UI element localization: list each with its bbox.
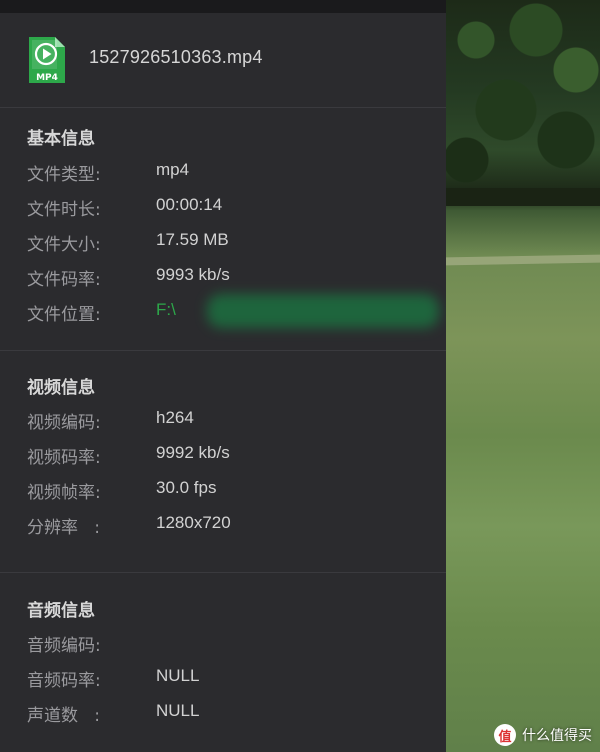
info-label: 文件时长: <box>27 200 101 220</box>
info-row-video-bitrate: 视频码率: 9992 kb/s <box>27 443 437 468</box>
info-value: mp4 <box>156 160 190 179</box>
redacted-path-blur <box>207 294 439 328</box>
info-label: 文件码率: <box>27 270 101 290</box>
info-value: 17.59 MB <box>156 230 229 249</box>
info-label: 视频码率: <box>27 448 101 468</box>
info-row-channels: 声道数 : NULL <box>27 701 437 726</box>
info-label: 视频帧率: <box>27 483 101 503</box>
tree-foliage <box>446 0 600 200</box>
video-preview-image: 值 什么值得买 <box>446 0 600 752</box>
info-value: 9992 kb/s <box>156 443 230 462</box>
info-row-audio-bitrate: 音频码率: NULL <box>27 666 437 691</box>
mp4-badge-text: MP4 <box>36 73 58 83</box>
info-value: NULL <box>156 666 200 685</box>
file-name: 1527926510363.mp4 <box>89 47 263 67</box>
info-value: 30.0 fps <box>156 478 217 497</box>
info-row-framerate: 视频帧率: 30.0 fps <box>27 478 437 503</box>
video-info-title: 视频信息 <box>27 378 95 398</box>
info-row-bitrate: 文件码率: 9993 kb/s <box>27 265 437 290</box>
info-label: 分辨率 : <box>27 518 100 538</box>
basic-info-title: 基本信息 <box>27 129 95 149</box>
file-location-link[interactable]: F:\ <box>156 300 176 320</box>
info-label: 声道数 : <box>27 706 100 726</box>
info-row-file-type: 文件类型: mp4 <box>27 160 437 185</box>
info-value: 1280x720 <box>156 513 231 532</box>
field-path <box>446 254 600 266</box>
media-info-panel: MP4 1527926510363.mp4 基本信息 文件类型: mp4 文件时… <box>0 13 446 752</box>
mp4-file-icon: MP4 <box>27 35 67 85</box>
info-label: 文件类型: <box>27 165 101 185</box>
info-value: NULL <box>156 701 200 720</box>
file-header: MP4 1527926510363.mp4 <box>0 13 446 108</box>
info-label: 文件大小: <box>27 235 101 255</box>
tree-line <box>446 188 600 206</box>
info-row-audio-codec: 音频编码: <box>27 631 437 656</box>
info-value: h264 <box>156 408 194 427</box>
info-row-duration: 文件时长: 00:00:14 <box>27 195 437 220</box>
info-value: 9993 kb/s <box>156 265 230 284</box>
audio-info-section: 音频信息 音频编码: 音频码率: NULL 声道数 : NULL <box>0 573 446 752</box>
info-label: 音频编码: <box>27 636 101 656</box>
top-strip <box>0 0 446 13</box>
info-row-resolution: 分辨率 : 1280x720 <box>27 513 437 538</box>
audio-info-title: 音频信息 <box>27 601 95 621</box>
info-label: 视频编码: <box>27 413 101 433</box>
watermark-badge-icon: 值 <box>494 724 516 746</box>
info-value: 00:00:14 <box>156 195 223 214</box>
info-row-location: 文件位置: F:\ <box>27 294 439 328</box>
video-info-section: 视频信息 视频编码: h264 视频码率: 9992 kb/s 视频帧率: 30… <box>0 351 446 573</box>
watermark-text: 什么值得买 <box>522 728 592 744</box>
info-label: 音频码率: <box>27 671 101 691</box>
info-label: 文件位置: <box>27 305 101 325</box>
info-row-video-codec: 视频编码: h264 <box>27 408 437 433</box>
info-row-size: 文件大小: 17.59 MB <box>27 230 437 255</box>
basic-info-section: 基本信息 文件类型: mp4 文件时长: 00:00:14 文件大小: 17.5… <box>0 108 446 351</box>
site-watermark: 值 什么值得买 <box>494 724 592 746</box>
